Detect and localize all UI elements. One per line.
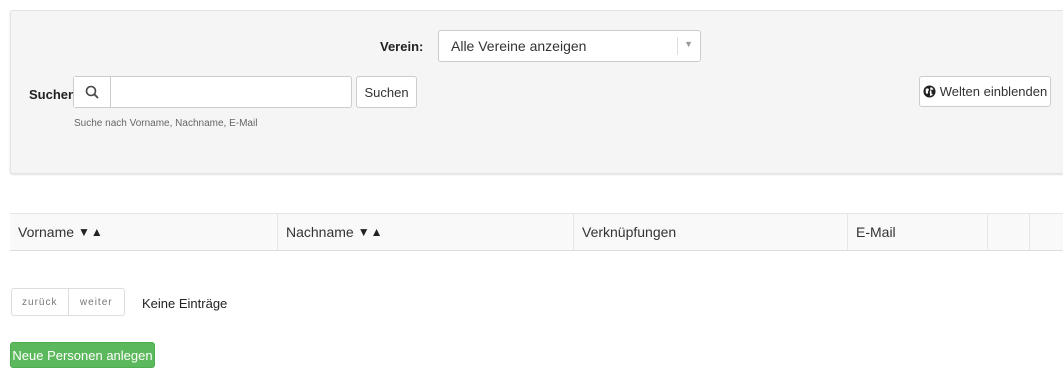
column-label: Verknüpfungen xyxy=(582,224,677,240)
verein-label: Verein: xyxy=(380,39,424,54)
column-header-actions xyxy=(988,214,1030,250)
caret-down-icon[interactable]: ▼ xyxy=(684,39,693,49)
column-header-nachname[interactable]: Nachname ▼▲ xyxy=(278,214,574,250)
pagination: zurück weiter xyxy=(11,288,125,316)
search-button[interactable]: Suchen xyxy=(356,76,417,108)
column-header-vorname[interactable]: Vorname ▼▲ xyxy=(10,214,278,250)
sort-arrows-icon[interactable]: ▼▲ xyxy=(358,225,384,239)
verein-select-value: Alle Vereine anzeigen xyxy=(451,38,587,54)
worlds-toggle-button[interactable]: Welten einblenden xyxy=(919,76,1051,107)
new-persons-button[interactable]: Neue Personen anlegen xyxy=(10,342,155,368)
column-label: Vorname xyxy=(18,224,75,240)
search-group xyxy=(73,76,352,108)
search-icon xyxy=(74,77,111,107)
sort-arrows-icon[interactable]: ▼▲ xyxy=(78,225,104,239)
worlds-toggle-label: Welten einblenden xyxy=(939,84,1048,99)
column-header-email: E-Mail xyxy=(848,214,988,250)
select-divider xyxy=(677,37,678,55)
search-input[interactable] xyxy=(111,77,349,107)
verein-select[interactable]: Alle Vereine anzeigen ▼ xyxy=(438,30,701,62)
search-hint: Suche nach Vorname, Nachname, E-Mail xyxy=(74,118,258,129)
search-label: Suchen xyxy=(29,87,76,102)
column-label: Nachname xyxy=(286,224,354,240)
column-label: E-Mail xyxy=(856,224,896,240)
pagination-prev-button[interactable]: zurück xyxy=(12,289,69,315)
pagination-next-button[interactable]: weiter xyxy=(69,289,125,315)
empty-state-text: Keine Einträge xyxy=(142,296,228,311)
globe-icon xyxy=(923,85,936,98)
table-header: Vorname ▼▲ Nachname ▼▲ Verknüpfungen E-M… xyxy=(10,213,1063,251)
column-header-verknuepfungen: Verknüpfungen xyxy=(574,214,848,250)
